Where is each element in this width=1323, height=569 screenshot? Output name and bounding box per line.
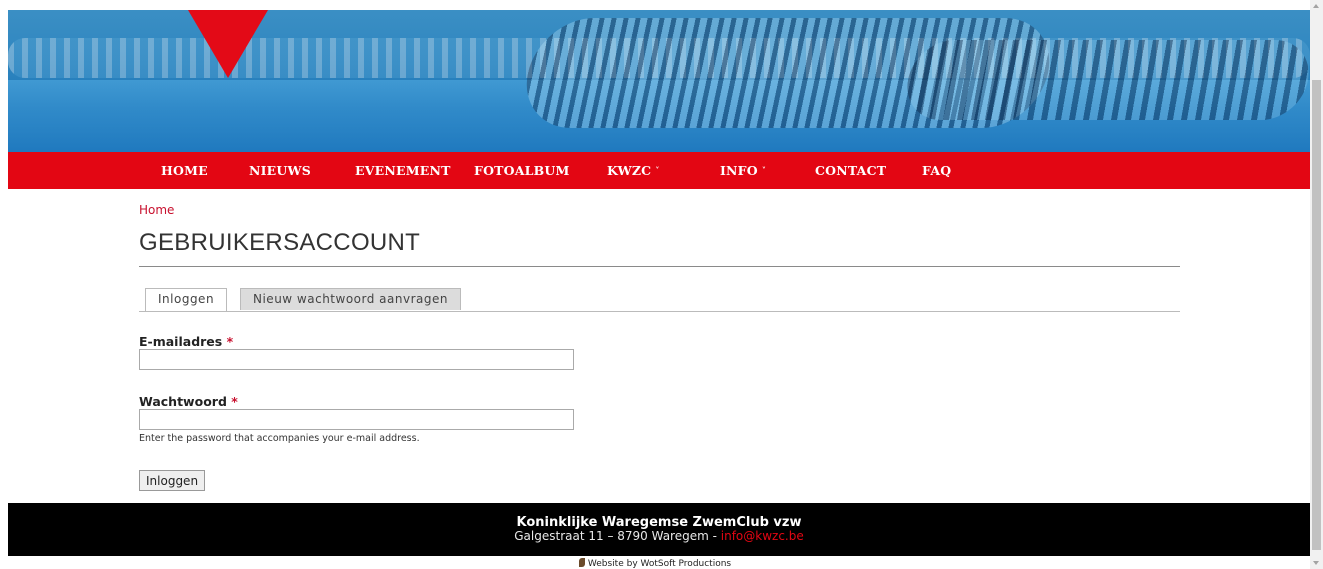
- credit-line: Website by WotSoft Productions: [0, 558, 1310, 569]
- tab-nieuw-wachtwoord[interactable]: Nieuw wachtwoord aanvragen: [240, 288, 461, 310]
- credit-link[interactable]: Website by WotSoft Productions: [588, 559, 731, 569]
- tab-inloggen[interactable]: Inloggen: [145, 288, 228, 311]
- wotsoft-icon: [578, 558, 585, 567]
- nav-evenement[interactable]: EVENEMENT: [355, 152, 451, 189]
- scrollbar-thumb[interactable]: [1312, 80, 1321, 550]
- required-marker: *: [231, 394, 238, 409]
- email-label: E-mailadres *: [139, 334, 234, 349]
- footer-org-name: Koninklijke Waregemse ZwemClub vzw: [516, 515, 802, 530]
- nav-nieuws[interactable]: NIEUWS: [249, 152, 311, 189]
- nav-faq[interactable]: FAQ: [922, 152, 951, 189]
- nav-fotoalbum[interactable]: FOTOALBUM: [474, 152, 570, 189]
- kwzc-logo-triangle-icon[interactable]: [188, 10, 268, 78]
- title-divider: [139, 266, 1180, 267]
- page-title: GEBRUIKERSACCOUNT: [139, 229, 421, 256]
- main-nav: HOME NIEUWS EVENEMENT FOTOALBUM KWZC ˅ IN…: [8, 152, 1310, 189]
- required-marker: *: [226, 334, 234, 349]
- scroll-up-arrow-icon[interactable]: [1313, 4, 1319, 8]
- nav-info-label: INFO: [720, 163, 758, 178]
- nav-kwzc-label: KWZC: [607, 163, 652, 178]
- login-button[interactable]: Inloggen: [139, 470, 206, 491]
- password-label: Wachtwoord *: [139, 394, 238, 409]
- chevron-down-icon: ˅: [761, 165, 767, 175]
- footer-email-link[interactable]: info@kwzc.be: [721, 529, 804, 543]
- nav-kwzc[interactable]: KWZC ˅: [607, 152, 660, 189]
- header-banner: [8, 10, 1310, 152]
- scroll-down-arrow-icon[interactable]: [1313, 561, 1319, 565]
- breadcrumb-home[interactable]: Home: [139, 203, 174, 217]
- account-tabs: Inloggen Nieuw wachtwoord aanvragen: [139, 288, 1180, 312]
- chevron-down-icon: ˅: [655, 165, 660, 175]
- password-help-text: Enter the password that accompanies your…: [139, 433, 420, 444]
- footer: Koninklijke Waregemse ZwemClub vzw Galge…: [8, 503, 1310, 556]
- footer-address: Galgestraat 11 – 8790 Waregem - info@kwz…: [514, 529, 804, 543]
- nav-contact[interactable]: CONTACT: [815, 152, 886, 189]
- nav-info[interactable]: INFO ˅: [720, 152, 766, 189]
- page: HOME NIEUWS EVENEMENT FOTOALBUM KWZC ˅ IN…: [0, 0, 1310, 569]
- nav-home[interactable]: HOME: [161, 152, 208, 189]
- email-field[interactable]: [139, 349, 574, 370]
- password-field[interactable]: [139, 409, 574, 430]
- vertical-scrollbar[interactable]: [1310, 0, 1323, 569]
